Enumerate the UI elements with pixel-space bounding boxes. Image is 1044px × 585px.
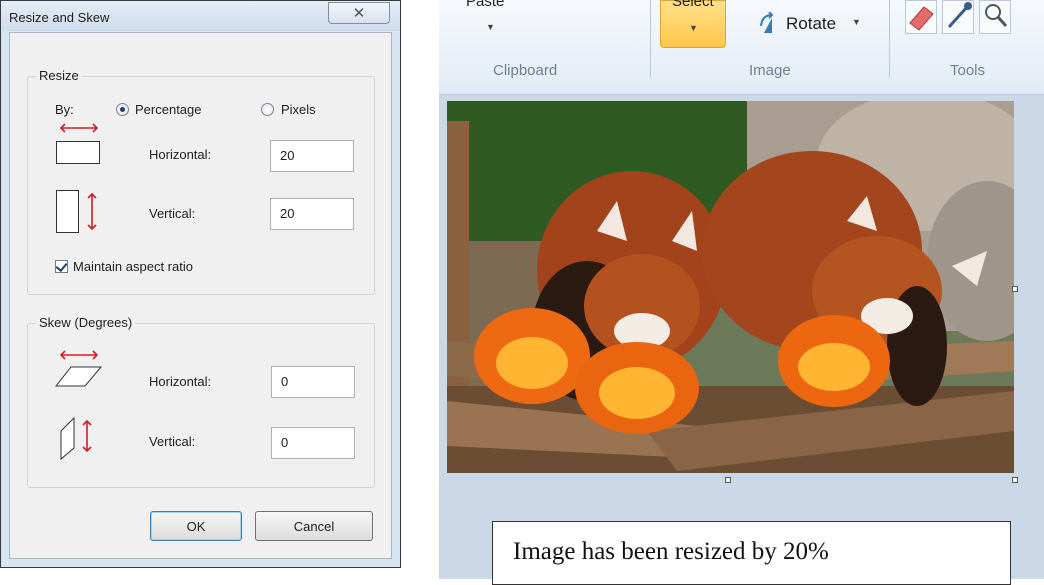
skew-legend: Skew (Degrees) bbox=[36, 315, 136, 330]
select-label: Select bbox=[672, 0, 714, 10]
magnifier-icon bbox=[985, 4, 1008, 27]
by-label: By: bbox=[55, 102, 74, 117]
dialog-title: Resize and Skew bbox=[9, 10, 110, 25]
color-picker-icon bbox=[947, 2, 972, 29]
resize-vertical-label: Vertical: bbox=[149, 206, 196, 221]
resize-vertical-icon bbox=[56, 190, 97, 233]
dialog-titlebar[interactable]: Resize and Skew ✕ bbox=[1, 1, 400, 31]
eraser-icon bbox=[909, 6, 934, 31]
resize-horizontal-input[interactable]: 20 bbox=[270, 140, 354, 172]
skew-vertical-icon bbox=[60, 416, 92, 461]
magnifier-tool[interactable] bbox=[979, 0, 1011, 34]
skew-vertical-input[interactable]: 0 bbox=[271, 427, 355, 459]
eraser-tool[interactable] bbox=[905, 0, 937, 34]
skew-horizontal-label: Horizontal: bbox=[149, 374, 212, 389]
maintain-aspect-checkbox[interactable] bbox=[55, 260, 68, 273]
paste-dropdown-icon[interactable]: ▼ bbox=[486, 22, 495, 32]
clipboard-group-label: Clipboard bbox=[493, 62, 558, 79]
ok-button[interactable]: OK bbox=[150, 511, 242, 541]
skew-group: Skew (Degrees) bbox=[27, 315, 375, 488]
skew-horizontal-icon bbox=[55, 350, 103, 387]
percentage-label[interactable]: Percentage bbox=[135, 102, 202, 117]
canvas-area[interactable]: Image has been resized by 20% bbox=[439, 95, 1044, 585]
resize-handle-bottom[interactable] bbox=[725, 477, 731, 483]
ribbon-separator bbox=[650, 0, 651, 78]
resize-vertical-input[interactable]: 20 bbox=[270, 198, 354, 230]
image-group-label: Image bbox=[749, 62, 791, 79]
ribbon-separator bbox=[889, 0, 890, 78]
red-panda-photo[interactable] bbox=[447, 101, 1014, 473]
cancel-button[interactable]: Cancel bbox=[255, 511, 373, 541]
paint-window: Paste ▼ Select ▼ Rotate ▼ Clipboard Imag… bbox=[439, 0, 1044, 585]
rotate-dropdown-icon[interactable]: ▼ bbox=[852, 17, 861, 27]
resize-handle-right[interactable] bbox=[1012, 286, 1018, 292]
resize-caption: Image has been resized by 20% bbox=[492, 521, 1011, 585]
color-picker-tool[interactable] bbox=[942, 0, 974, 34]
ribbon: Paste ▼ Select ▼ Rotate ▼ Clipboard Imag… bbox=[439, 0, 1044, 95]
rotate-icon bbox=[760, 12, 774, 33]
skew-vertical-label: Vertical: bbox=[149, 434, 196, 449]
pixels-label[interactable]: Pixels bbox=[281, 102, 316, 117]
close-icon: ✕ bbox=[352, 5, 366, 22]
resize-handle-corner[interactable] bbox=[1012, 477, 1018, 483]
pixels-radio[interactable] bbox=[261, 103, 274, 116]
close-button[interactable]: ✕ bbox=[328, 2, 390, 24]
paste-button[interactable]: Paste bbox=[466, 0, 504, 10]
select-dropdown-icon: ▼ bbox=[689, 23, 698, 33]
resize-horizontal-label: Horizontal: bbox=[149, 147, 212, 162]
rotate-button[interactable]: Rotate bbox=[786, 14, 836, 34]
maintain-aspect-label[interactable]: Maintain aspect ratio bbox=[73, 259, 193, 274]
resize-horizontal-icon bbox=[56, 123, 100, 164]
tools-group-label: Tools bbox=[950, 62, 986, 79]
skew-horizontal-input[interactable]: 0 bbox=[271, 366, 355, 398]
red-panda-image bbox=[447, 101, 1014, 473]
resize-legend: Resize bbox=[36, 68, 82, 83]
resize-skew-dialog: Resize and Skew ✕ Resize By: Percentage … bbox=[0, 0, 401, 568]
percentage-radio[interactable] bbox=[116, 103, 129, 116]
select-button[interactable]: Select ▼ bbox=[660, 0, 726, 48]
